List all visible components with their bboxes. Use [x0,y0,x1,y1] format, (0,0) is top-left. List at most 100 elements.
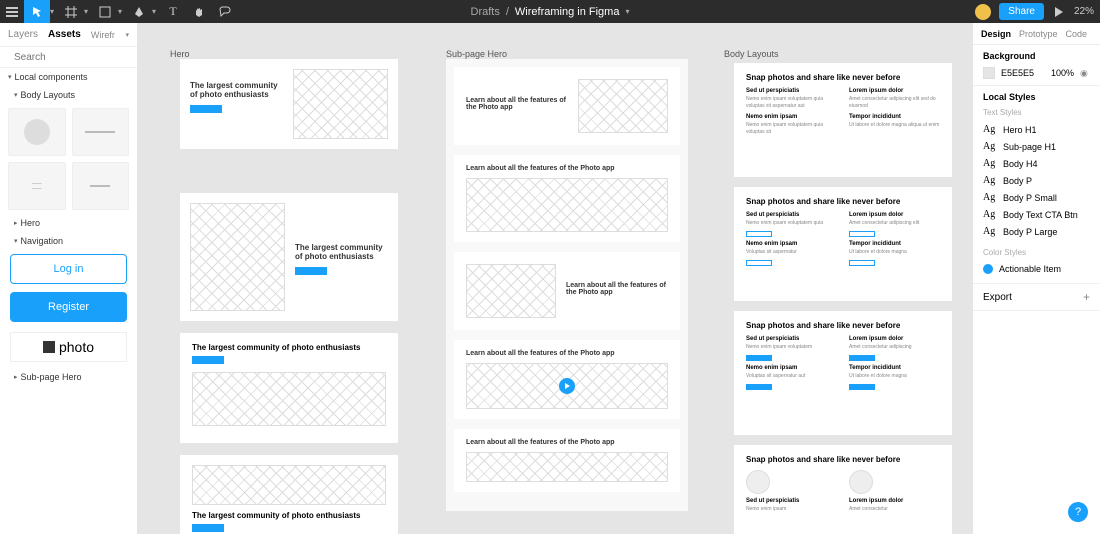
hand-icon [193,6,205,18]
logo-component[interactable]: photo [10,332,127,362]
component-thumb[interactable] [8,108,66,156]
subpage-headline: Learn about all the features of the Phot… [466,97,568,111]
shape-tool[interactable] [92,0,118,23]
shape-tool-chevron[interactable]: ▾ [118,7,126,16]
visibility-toggle[interactable]: ◉ [1080,68,1090,79]
frame-tool[interactable] [58,0,84,23]
pen-tool-chevron[interactable]: ▾ [152,7,160,16]
right-panel-tabs: Design Prototype Code [973,23,1100,45]
play-icon [1054,7,1064,17]
search-input[interactable] [14,52,138,63]
section-local-components[interactable]: ▾Local components [0,68,137,86]
hero-frame-1[interactable]: The largest community of photo enthusias… [180,59,398,149]
main-menu-button[interactable] [0,0,24,23]
section-hero[interactable]: ▸Hero [0,214,137,232]
hero-headline: The largest community of photo enthusias… [192,343,360,352]
navigation-components: Log in Register [0,250,137,326]
color-styles-label: Color Styles [983,248,1090,257]
section-subpage-hero[interactable]: ▸Sub-page Hero [0,368,137,386]
tab-prototype[interactable]: Prototype [1019,29,1058,39]
zoom-level[interactable]: 22% [1074,6,1094,17]
hand-tool[interactable] [186,0,212,23]
breadcrumb-parent: Drafts [471,6,500,18]
bg-color-swatch[interactable] [983,67,995,79]
document-name: Wireframing in Figma [515,6,620,18]
export-label: Export [983,292,1012,303]
local-styles-label: Local Styles [983,92,1090,102]
share-button[interactable]: Share [999,3,1044,20]
canvas[interactable]: Hero The largest community of photo enth… [138,23,972,534]
register-component[interactable]: Register [10,292,127,322]
login-component[interactable]: Log in [10,254,127,284]
export-section[interactable]: Export + [973,284,1100,311]
component-thumb[interactable] [72,162,130,210]
text-style-row[interactable]: AgBody P [983,172,1090,189]
move-tool-chevron[interactable]: ▾ [50,7,58,16]
hero-frame-2[interactable]: The largest community of photo enthusias… [180,193,398,321]
tab-assets[interactable]: Assets [48,29,81,40]
hero-headline: The largest community of photo enthusias… [192,511,360,520]
text-style-row[interactable]: AgSub-page H1 [983,138,1090,155]
pen-tool[interactable] [126,0,152,23]
tab-layers[interactable]: Layers [8,29,38,40]
pen-icon [133,6,145,18]
background-section: Background E5E5E5 100% ◉ [973,45,1100,86]
tab-design[interactable]: Design [981,29,1011,39]
text-style-row[interactable]: AgHero H1 [983,121,1090,138]
hero-frame-4[interactable]: The largest community of photo enthusias… [180,455,398,534]
present-button[interactable] [1052,7,1066,17]
text-style-row[interactable]: AgBody P Large [983,223,1090,240]
subpage-container[interactable]: Learn about all the features of the Phot… [446,59,688,511]
subpage-headline: Learn about all the features of the Phot… [466,439,668,446]
asset-search [0,47,137,68]
frame-tool-chevron[interactable]: ▾ [84,7,92,16]
page-selector[interactable]: Wireframing in... [91,30,116,40]
top-toolbar: ▾ ▾ ▾ ▾ T Drafts / Wireframing in Figma … [0,0,1100,23]
logo-mark-icon [43,341,55,353]
section-navigation[interactable]: ▾Navigation [0,232,137,250]
play-button-icon [559,378,575,394]
user-avatar[interactable] [975,4,991,20]
hero-headline: The largest community of photo enthusias… [190,81,278,99]
logo-text: photo [59,339,94,355]
body-headline: Snap photos and share like never before [746,455,940,464]
doc-chevron-icon: ▾ [625,7,629,16]
comment-tool[interactable] [212,0,238,23]
body-frame-1[interactable]: Snap photos and share like never before … [734,63,952,177]
help-button[interactable]: ? [1068,502,1088,522]
component-thumb[interactable]: ━━━━━━━━ [8,162,66,210]
cursor-icon [31,6,43,18]
frame-label-hero[interactable]: Hero [170,49,190,59]
section-body-layouts[interactable]: ▾Body Layouts [0,86,137,104]
color-dot-icon [983,264,993,274]
text-style-row[interactable]: AgBody Text CTA Btn [983,206,1090,223]
body-headline: Snap photos and share like never before [746,197,940,206]
body-frame-3[interactable]: Snap photos and share like never before … [734,311,952,435]
color-style-row[interactable]: Actionable Item [983,261,1090,277]
add-export-button[interactable]: + [1083,290,1090,304]
text-tool[interactable]: T [160,0,186,23]
toolbar-right: Share 22% [975,3,1100,20]
comment-icon [219,6,231,18]
background-label: Background [983,51,1090,61]
component-grid-body: ━━━━━━━━ [0,104,137,214]
breadcrumb-separator: / [506,6,509,18]
bg-opacity-value[interactable]: 100% [1051,68,1074,78]
hero-headline: The largest community of photo enthusias… [295,243,383,261]
body-frame-4[interactable]: Snap photos and share like never before … [734,445,952,534]
frame-label-body[interactable]: Body Layouts [724,49,779,59]
page-chevron-icon: ▾ [125,31,129,39]
toolbar-left: ▾ ▾ ▾ ▾ T [0,0,238,23]
text-style-row[interactable]: AgBody H4 [983,155,1090,172]
body-frame-2[interactable]: Snap photos and share like never before … [734,187,952,301]
left-panel-tabs: Layers Assets Wireframing in... ▾ [0,23,137,47]
move-tool[interactable] [24,0,50,23]
text-style-row[interactable]: AgBody P Small [983,189,1090,206]
bg-hex-value[interactable]: E5E5E5 [1001,68,1034,78]
component-thumb[interactable] [72,108,130,156]
hero-frame-3[interactable]: The largest community of photo enthusias… [180,333,398,443]
subpage-headline: Learn about all the features of the Phot… [466,350,668,357]
frame-label-subpage[interactable]: Sub-page Hero [446,49,507,59]
breadcrumb[interactable]: Drafts / Wireframing in Figma ▾ [471,6,630,18]
tab-code[interactable]: Code [1066,29,1088,39]
